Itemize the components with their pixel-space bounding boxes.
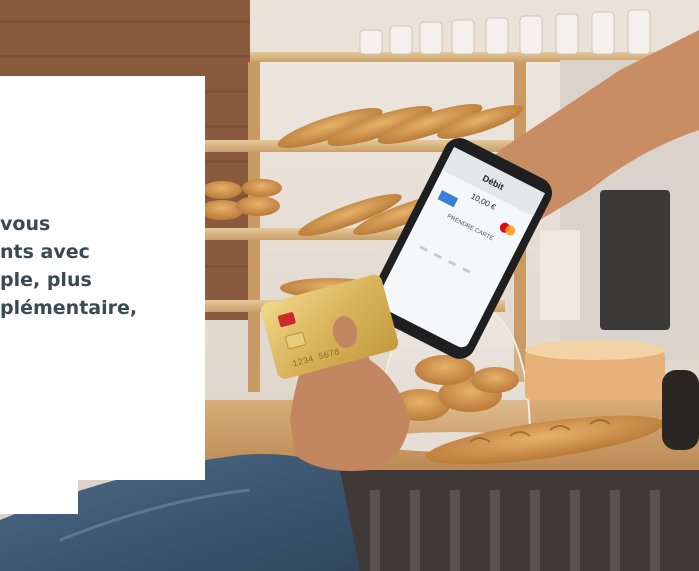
overlay-line-3: ple, plus <box>0 269 92 291</box>
overlay-line-2: nts avec <box>0 241 90 263</box>
overlay-panel-tab <box>0 478 78 514</box>
overlay-text-panel: vous nts avec ple, plus plémentaire, <box>0 76 205 480</box>
hero-photo-section: Débit 10,00 € PRENDRE CARTE 1234 5678 vo… <box>0 0 699 571</box>
overlay-text: vous nts avec ple, plus plémentaire, <box>0 210 205 322</box>
overlay-line-4: plémentaire, <box>0 297 138 319</box>
overlay-line-1: vous <box>0 213 51 235</box>
